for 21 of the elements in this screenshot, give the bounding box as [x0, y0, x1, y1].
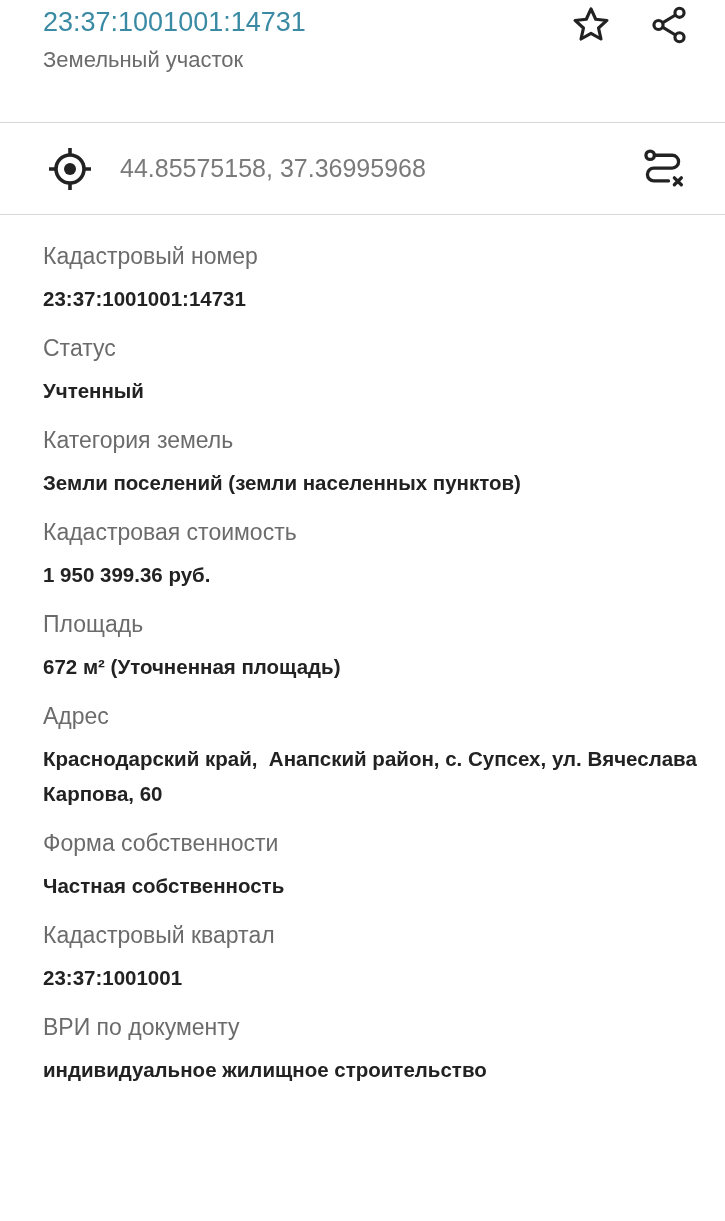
- object-type: Земельный участок: [43, 46, 244, 74]
- field-value: 1 950 399.36 руб.: [43, 562, 212, 588]
- field-value: Частная собственность: [43, 873, 286, 899]
- field-label: Кадастровый номер: [43, 242, 258, 271]
- field-value: индивидуальное жилищное строительство: [43, 1057, 488, 1083]
- field-label: Категория земель: [43, 426, 234, 455]
- field-label: Кадастровая стоимость: [43, 518, 297, 547]
- field-label: Кадастровый квартал: [43, 921, 275, 950]
- field-value: Краснодарский край, Анапский район, с. Супсех, ул. Вячеслава Карпова, 60: [43, 746, 698, 807]
- field-label: Статус: [43, 334, 116, 363]
- parcel-number: 23:37:1001001:14731: [43, 6, 306, 39]
- field-value: Учтенный: [43, 378, 145, 404]
- field-value: 672 м² (Уточненная площадь): [43, 654, 342, 680]
- field-value: 23:37:1001001: [43, 965, 184, 991]
- field-label: Адрес: [43, 702, 109, 731]
- field-value: Земли поселений (земли населенных пунктов): [43, 470, 522, 496]
- coordinates-text: 44.85575158, 37.36995968: [120, 154, 427, 183]
- field-value: 23:37:1001001:14731: [43, 286, 247, 312]
- field-label: Площадь: [43, 610, 144, 639]
- field-label: ВРИ по документу: [43, 1013, 240, 1042]
- field-label: Форма собственности: [43, 829, 279, 858]
